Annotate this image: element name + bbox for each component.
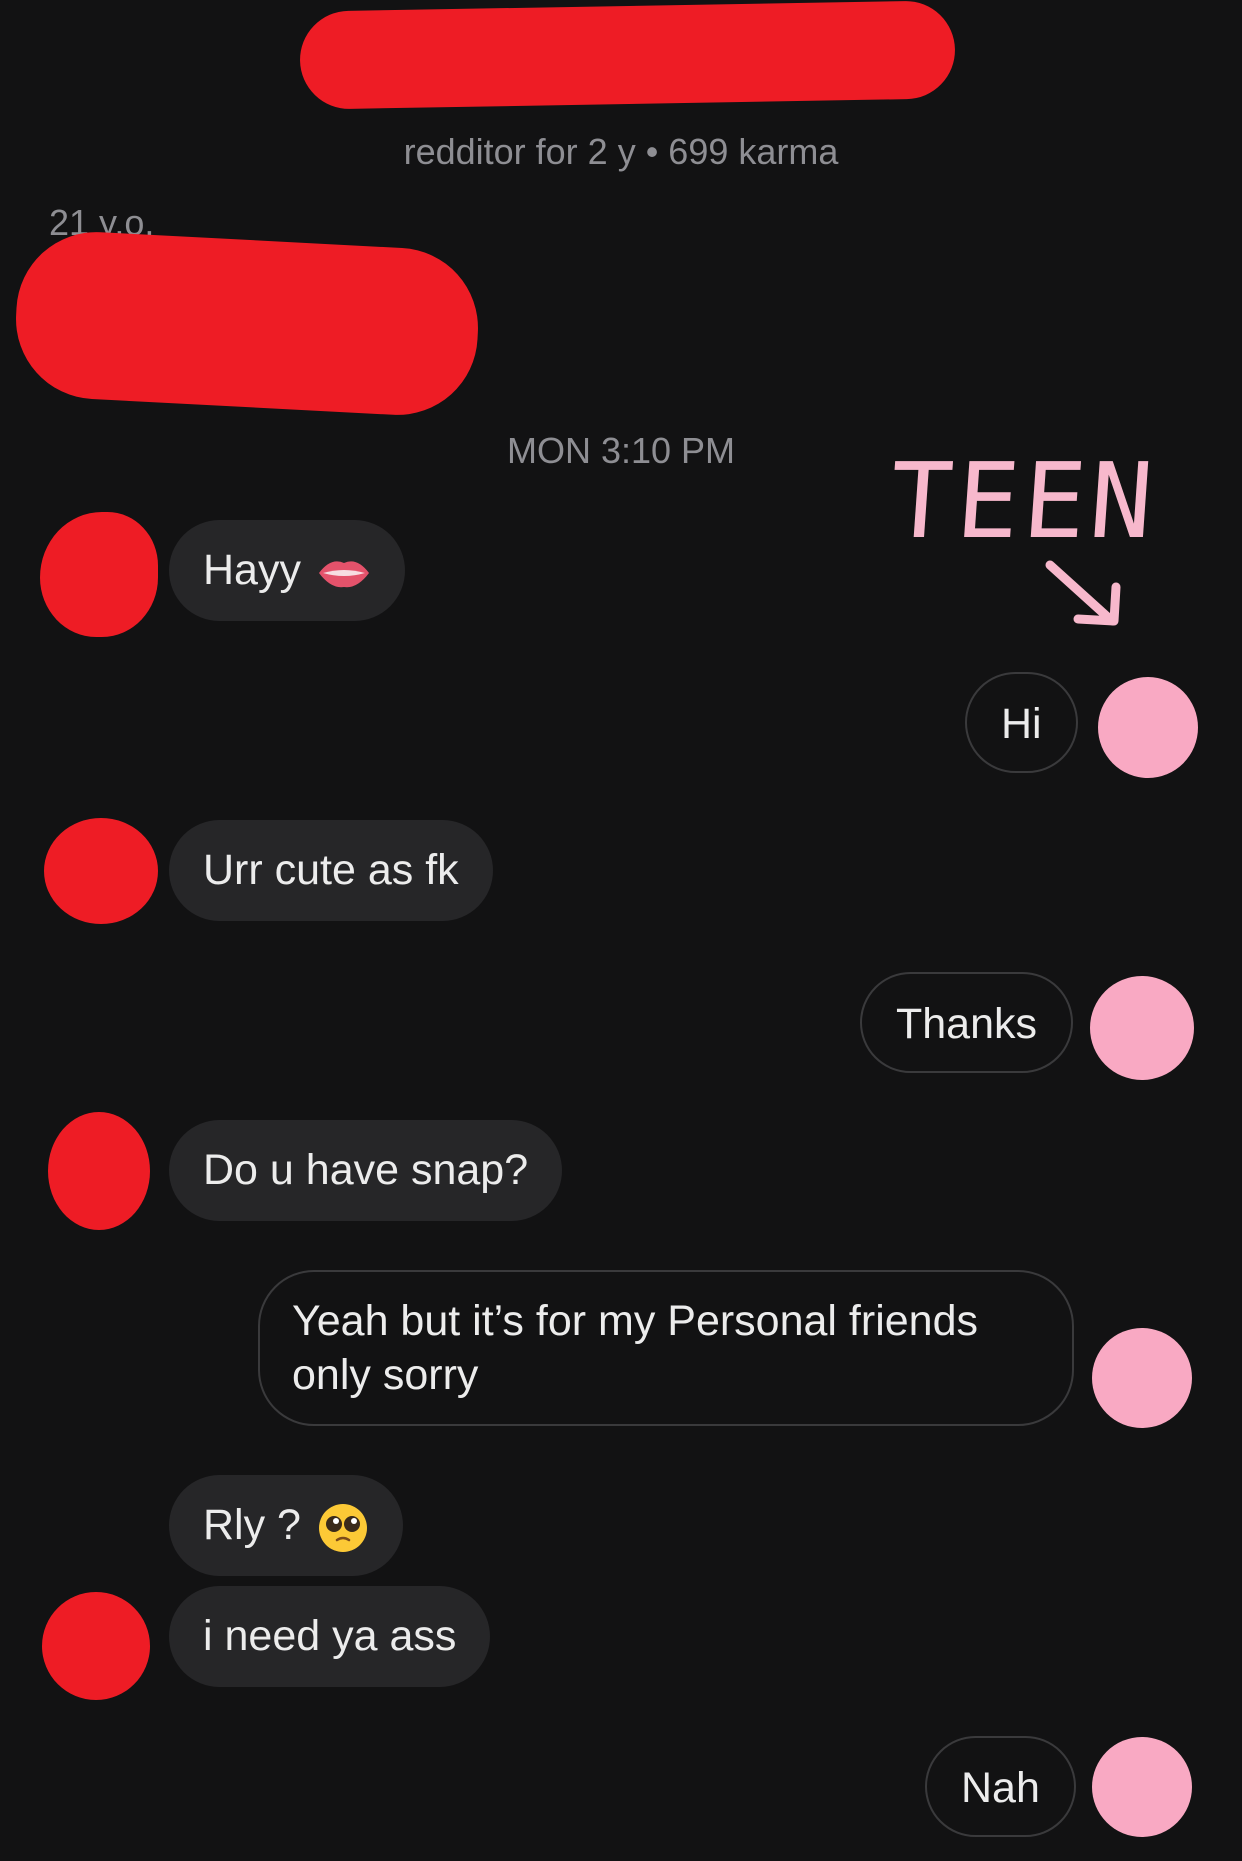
my-avatar <box>1090 976 1194 1080</box>
message-text: Urr cute as fk <box>203 846 459 894</box>
message-text: Thanks <box>896 1000 1038 1048</box>
my-avatar <box>1092 1737 1192 1837</box>
message-text-line: Yeah but it’s for my Personal friends <box>292 1297 978 1345</box>
sender-avatar-redacted <box>40 512 158 637</box>
incoming-message: i need ya ass <box>169 1586 491 1687</box>
incoming-message: Hayy <box>169 520 405 621</box>
outgoing-message: Nah <box>925 1736 1076 1837</box>
teen-annotation: TEEN <box>885 440 1161 562</box>
redditor-meta: redditor for 2 y • 699 karma <box>403 131 839 172</box>
my-avatar <box>1098 677 1198 778</box>
bio-redaction <box>11 228 483 419</box>
incoming-message: Rly ? <box>169 1475 403 1576</box>
outgoing-message: Thanks <box>860 972 1074 1073</box>
sender-avatar-redacted <box>42 1592 150 1700</box>
incoming-message: Do u have snap? <box>169 1120 563 1221</box>
sender-avatar-redacted <box>44 818 158 924</box>
message-text: Hi <box>1001 700 1042 748</box>
arrow-down-right-icon <box>1045 560 1121 626</box>
message-text-line: only sorry <box>292 1351 479 1399</box>
message-text: i need ya ass <box>203 1612 457 1660</box>
message-text: Hayy <box>203 546 301 594</box>
my-avatar <box>1092 1328 1192 1428</box>
username-redaction <box>299 0 956 110</box>
pleading-face-emoji <box>318 1503 367 1552</box>
message-text: Do u have snap? <box>203 1146 529 1194</box>
message-text: Rly ? <box>203 1501 301 1549</box>
lips-emoji <box>318 561 369 587</box>
incoming-message: Urr cute as fk <box>169 820 493 921</box>
message-text: Nah <box>961 1764 1040 1812</box>
sender-avatar-redacted <box>48 1112 150 1230</box>
outgoing-message: Hi <box>965 672 1078 773</box>
outgoing-message: Yeah but it’s for my Personal friends on… <box>258 1270 1074 1426</box>
